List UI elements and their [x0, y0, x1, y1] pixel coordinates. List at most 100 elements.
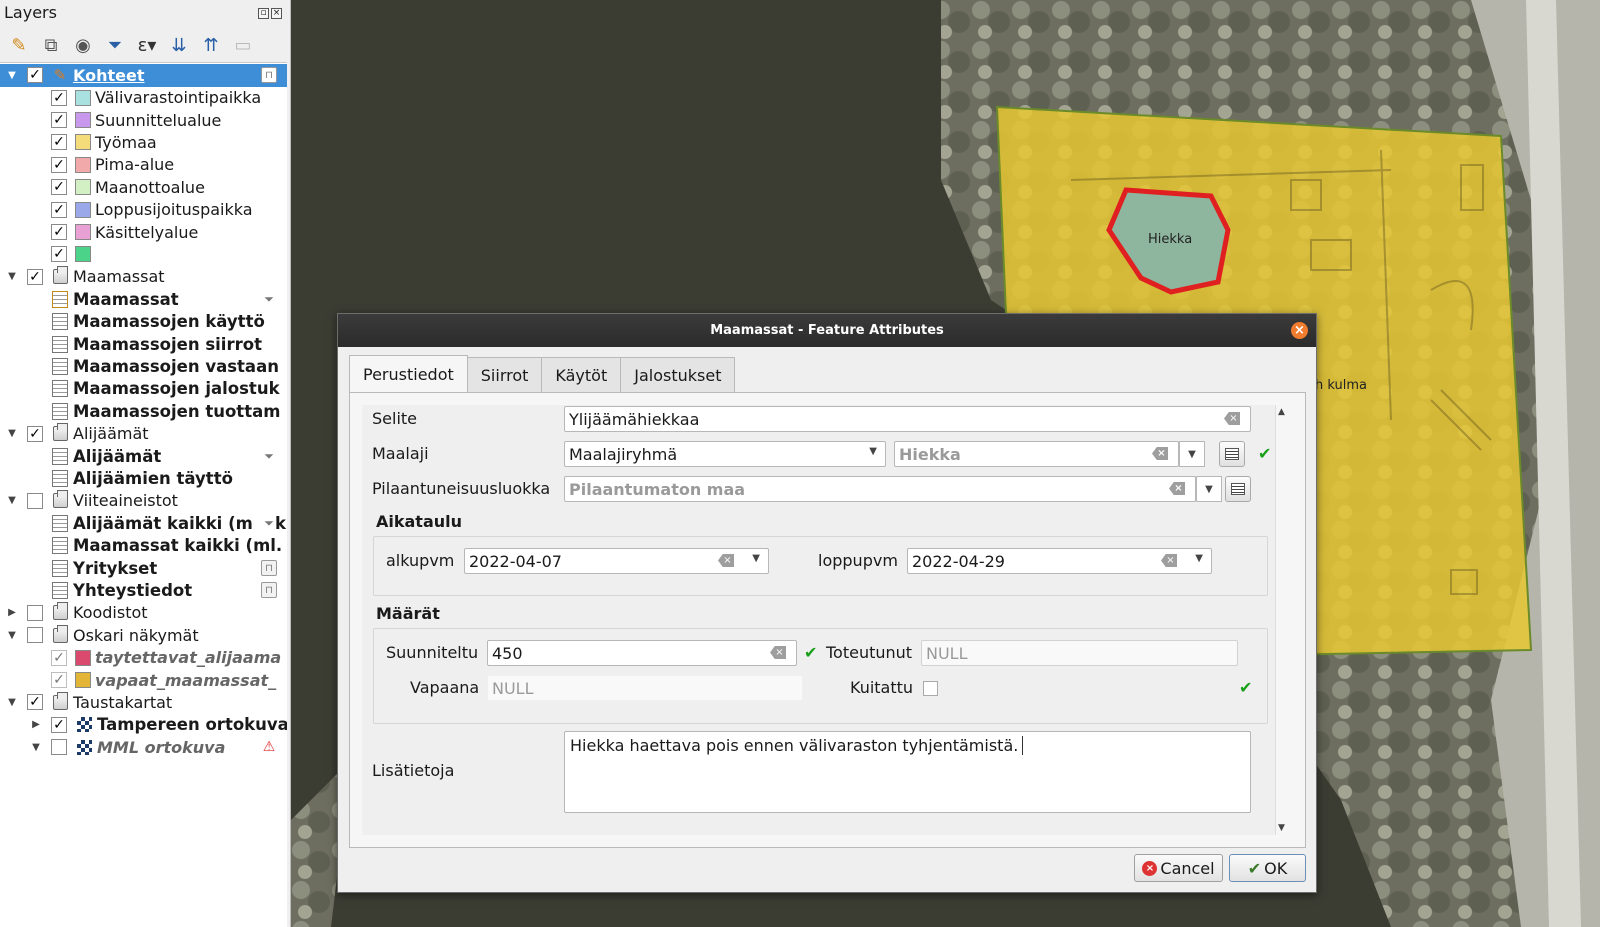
- layer-visibility-checkbox[interactable]: ✓: [51, 672, 67, 689]
- layer-tree-item[interactable]: ✓ Suunnittelualue: [0, 109, 287, 132]
- layer-visibility-checkbox[interactable]: [27, 604, 43, 621]
- layer-visibility-checkbox[interactable]: ✓: [51, 716, 67, 733]
- chevron-down-icon[interactable]: ▼: [6, 271, 18, 282]
- layer-visibility-checkbox[interactable]: ✓: [51, 134, 67, 151]
- lock-icon[interactable]: ⊓: [261, 67, 277, 84]
- layer-tree-item[interactable]: ▼ ✓ Alijäämät: [0, 422, 287, 445]
- open-table-button[interactable]: [1225, 476, 1251, 502]
- maalaji-group-select[interactable]: Maalajiryhmä ▼: [564, 441, 886, 467]
- layer-tree-item[interactable]: ▼ Oskari näkymät: [0, 624, 287, 647]
- layer-visibility-checkbox[interactable]: ✓: [51, 112, 67, 129]
- remove-layer-icon[interactable]: ▭: [230, 33, 256, 57]
- filter-icon[interactable]: ⏷: [261, 291, 277, 307]
- cancel-button[interactable]: × Cancel: [1134, 854, 1223, 882]
- clear-icon[interactable]: ×: [718, 554, 734, 567]
- layer-visibility-checkbox[interactable]: ✓: [27, 425, 43, 442]
- layer-tree-item[interactable]: Alijäämät kaikki (m ⏷ k: [0, 512, 287, 535]
- paint-brush-icon[interactable]: ✎: [6, 33, 32, 57]
- add-group-icon[interactable]: ⧉: [38, 33, 64, 57]
- calendar-dropdown-icon[interactable]: ▼: [1195, 553, 1203, 564]
- lock-icon[interactable]: ⊓: [261, 560, 277, 577]
- kuitattu-checkbox[interactable]: [923, 681, 938, 696]
- layer-tree-item[interactable]: ✓ Käsittelyalue: [0, 221, 287, 244]
- filter-icon[interactable]: ⏷: [102, 33, 128, 57]
- layer-tree-item[interactable]: ▶ ✓ Tampereen ortokuva: [0, 714, 287, 737]
- selite-input[interactable]: Ylijäämähiekkaa ×: [564, 406, 1251, 432]
- layer-visibility-checkbox[interactable]: ✓: [51, 246, 67, 263]
- layer-tree-item[interactable]: ✓ Pima-alue: [0, 154, 287, 177]
- lock-icon[interactable]: ⊓: [261, 582, 277, 599]
- chevron-down-icon[interactable]: ▼: [6, 70, 18, 81]
- tab-kaytot[interactable]: Käytöt: [541, 357, 622, 392]
- chevron-down-icon[interactable]: ▼: [6, 495, 18, 506]
- chevron-down-icon[interactable]: ▼: [6, 697, 18, 708]
- maalaji-value-field[interactable]: Hiekka ×: [894, 441, 1179, 467]
- layer-tree-item[interactable]: Maamassojen tuottam: [0, 400, 287, 423]
- chevron-down-icon[interactable]: ▼: [6, 428, 18, 439]
- chevron-right-icon[interactable]: ▶: [30, 719, 42, 730]
- layer-tree-item[interactable]: Alijäämät ⏷: [0, 445, 287, 468]
- form-scrollbar[interactable]: ▲ ▼: [1275, 405, 1289, 835]
- filter-icon[interactable]: ⏷: [261, 448, 277, 464]
- clear-icon[interactable]: ×: [770, 646, 786, 659]
- layer-visibility-checkbox[interactable]: ✓: [51, 156, 67, 173]
- layer-tree-item[interactable]: ▼ ✓ Maamassat: [0, 266, 287, 289]
- layer-visibility-checkbox[interactable]: ✓: [27, 694, 43, 711]
- ok-button[interactable]: ✔ OK: [1229, 854, 1306, 882]
- layer-tree-item[interactable]: Maamassojen vastaan: [0, 355, 287, 378]
- chevron-down-icon[interactable]: ▼: [6, 630, 18, 641]
- clear-icon[interactable]: ×: [1152, 447, 1168, 460]
- layer-visibility-checkbox[interactable]: ✓: [51, 224, 67, 241]
- toteutunut-input[interactable]: NULL: [921, 640, 1238, 666]
- layer-tree-item[interactable]: ✓ Maanottoalue: [0, 176, 287, 199]
- layer-tree-item[interactable]: ▶ Koodistot: [0, 602, 287, 625]
- layer-visibility-checkbox[interactable]: ✓: [51, 201, 67, 218]
- layer-tree-item[interactable]: ✓ Loppusijoituspaikka: [0, 198, 287, 221]
- pilaantuneisuus-field[interactable]: Pilaantumaton maa ×: [564, 476, 1196, 502]
- layer-tree-item[interactable]: ✓ taytettavat_alijaama: [0, 646, 287, 669]
- tab-siirrot[interactable]: Siirrot: [466, 357, 543, 392]
- float-panel-icon[interactable]: ▫: [258, 8, 269, 19]
- calendar-dropdown-icon[interactable]: ▼: [752, 553, 760, 564]
- expand-all-icon[interactable]: ⇊: [166, 33, 192, 57]
- layer-tree-item[interactable]: Maamassat ⏷: [0, 288, 287, 311]
- chevron-down-icon[interactable]: ▼: [30, 742, 42, 753]
- alkupvm-date-input[interactable]: 2022-04-07 × ▼: [464, 548, 769, 574]
- layer-visibility-checkbox[interactable]: [27, 492, 43, 509]
- tab-jalostukset[interactable]: Jalostukset: [620, 357, 736, 392]
- close-icon[interactable]: ×: [1291, 322, 1308, 339]
- layer-visibility-checkbox[interactable]: [27, 627, 43, 644]
- layer-tree-item[interactable]: ✓: [0, 243, 287, 266]
- maalaji-dropdown-button[interactable]: ▼: [1179, 441, 1205, 467]
- scroll-up-icon[interactable]: ▲: [1278, 407, 1285, 417]
- suunniteltu-input[interactable]: 450 ×: [487, 640, 797, 666]
- layer-tree-item[interactable]: ✓ vapaat_maamassat_: [0, 669, 287, 692]
- layer-tree-item[interactable]: ▼ ✓ ✎ Kohteet ⊓: [0, 64, 287, 87]
- lisatietoja-textarea[interactable]: Hiekka haettava pois ennen välivaraston …: [564, 731, 1251, 813]
- layer-tree-item[interactable]: Maamassojen siirrot: [0, 333, 287, 356]
- layer-tree-item[interactable]: Yhteystiedot ⊓: [0, 579, 287, 602]
- layer-visibility-checkbox[interactable]: ✓: [27, 67, 43, 84]
- layer-tree-item[interactable]: Alijäämien täyttö: [0, 467, 287, 490]
- expression-icon[interactable]: ε▾: [134, 33, 160, 57]
- layer-tree-item[interactable]: ▼ Viiteaineistot: [0, 490, 287, 513]
- clear-icon[interactable]: ×: [1224, 412, 1240, 425]
- layer-tree-item[interactable]: ▼ ✓ Taustakartat: [0, 691, 287, 714]
- layer-visibility-checkbox[interactable]: [51, 739, 67, 756]
- layer-tree-item[interactable]: Maamassat kaikki (ml.: [0, 534, 287, 557]
- warning-icon[interactable]: ⚠: [261, 739, 277, 755]
- layer-tree-item[interactable]: Maamassojen jalostuk: [0, 378, 287, 401]
- chevron-right-icon[interactable]: ▶: [6, 607, 18, 618]
- layer-tree-item[interactable]: ✓ Työmaa: [0, 131, 287, 154]
- layer-visibility-checkbox[interactable]: ✓: [51, 649, 67, 666]
- open-table-button[interactable]: [1219, 441, 1245, 467]
- tab-perustiedot[interactable]: Perustiedot: [349, 355, 468, 392]
- clear-icon[interactable]: ×: [1169, 482, 1185, 495]
- layer-visibility-checkbox[interactable]: ✓: [51, 89, 67, 106]
- layer-visibility-checkbox[interactable]: ✓: [27, 268, 43, 285]
- eye-icon[interactable]: ◉: [70, 33, 96, 57]
- layer-visibility-checkbox[interactable]: ✓: [51, 179, 67, 196]
- vapaana-input[interactable]: NULL: [487, 675, 803, 701]
- clear-icon[interactable]: ×: [1161, 554, 1177, 567]
- collapse-all-icon[interactable]: ⇈: [198, 33, 224, 57]
